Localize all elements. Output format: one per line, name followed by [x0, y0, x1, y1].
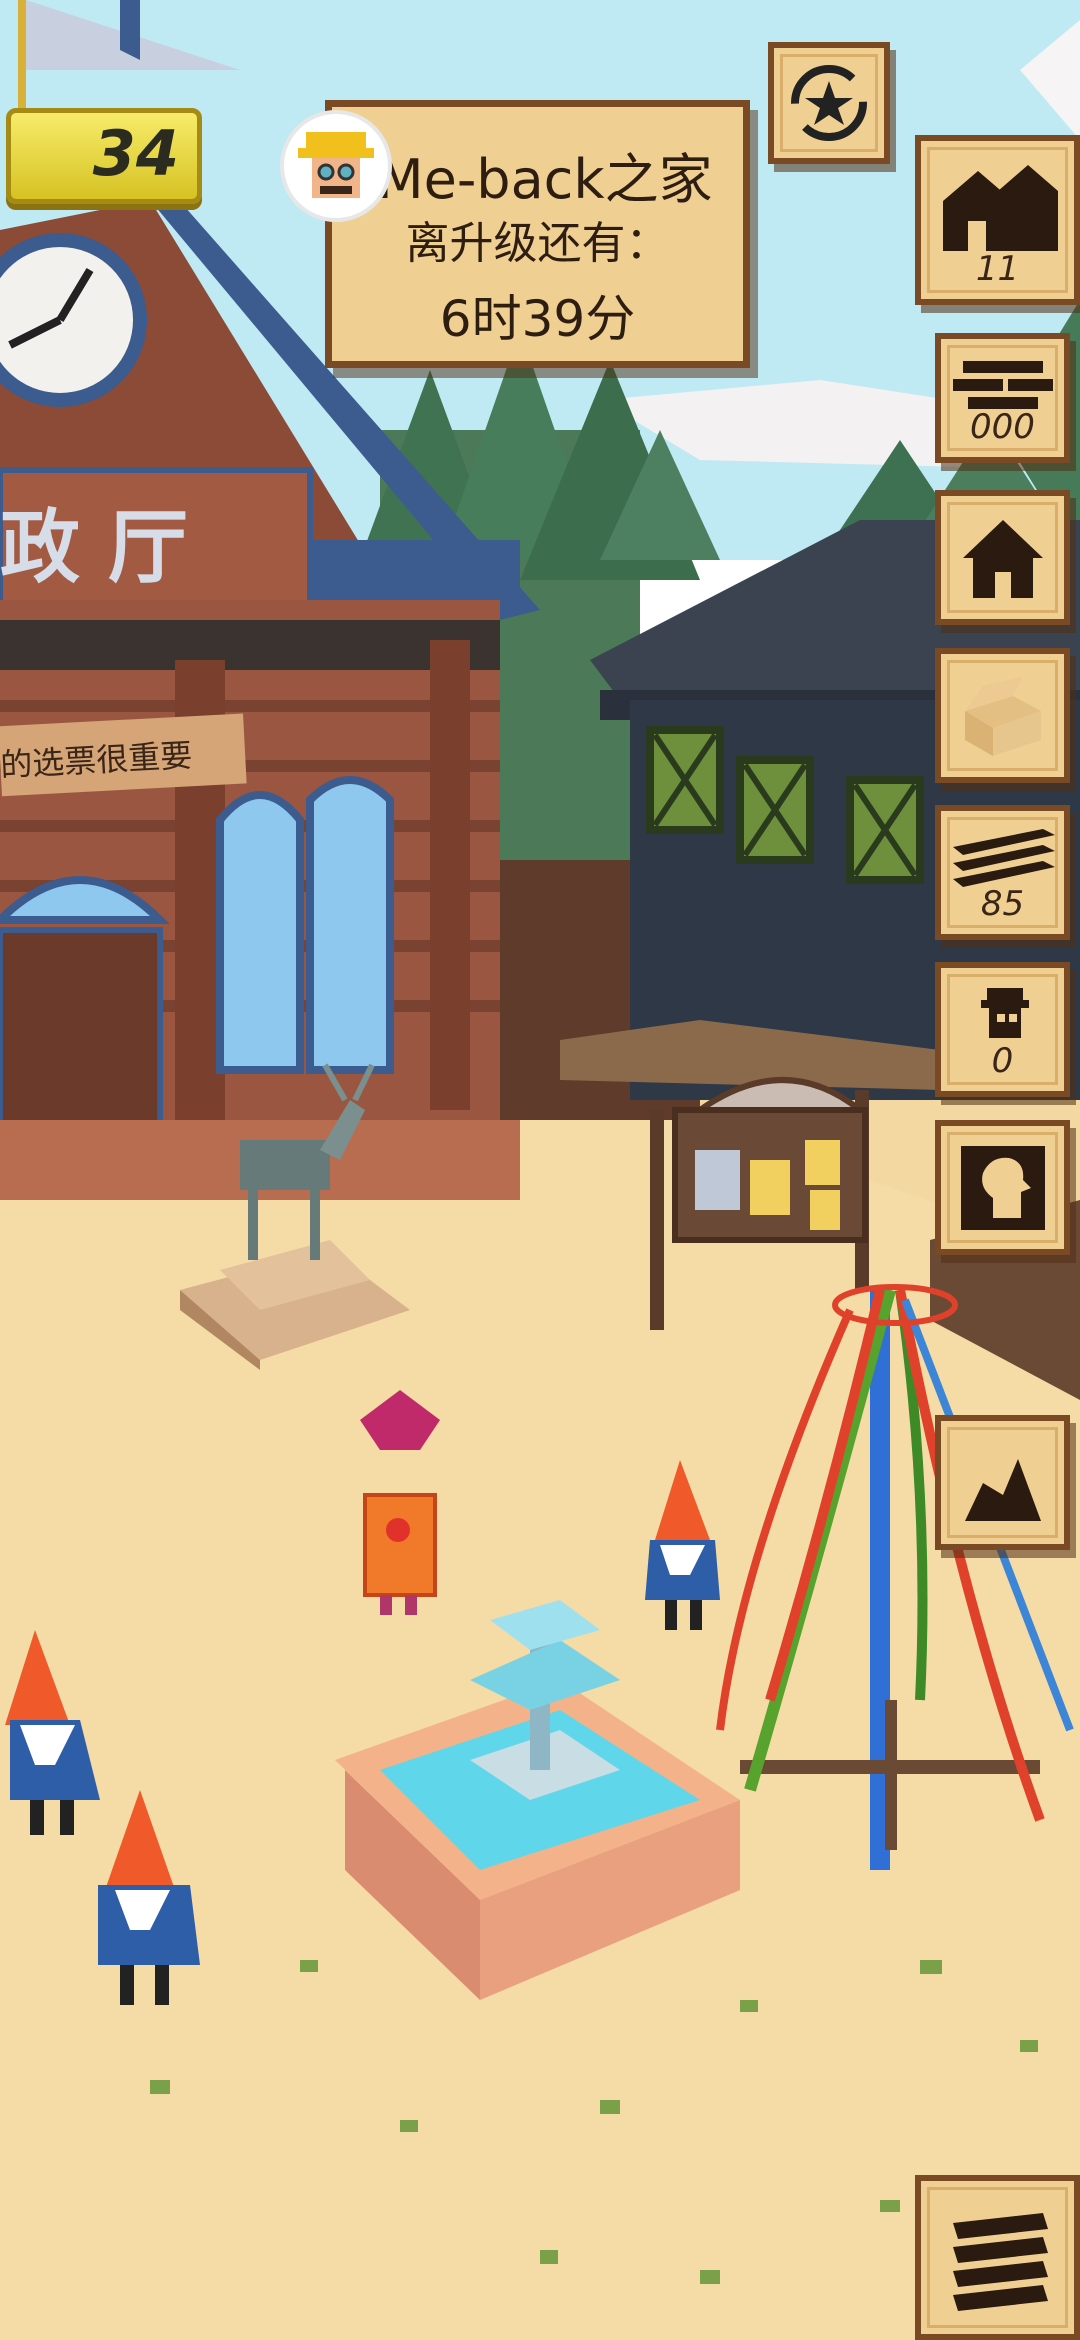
- side-item-villager[interactable]: 0: [935, 962, 1070, 1097]
- upgrade-timer: 6时39分: [439, 290, 636, 348]
- side-item-planks[interactable]: 85: [935, 805, 1070, 940]
- side-item-portrait[interactable]: [935, 1120, 1070, 1255]
- house-icon: [963, 520, 1043, 598]
- avatar-portrait-icon: [286, 116, 386, 216]
- star-refresh-icon: [791, 65, 867, 141]
- villager-count: 0: [991, 1041, 1014, 1081]
- town-info-panel[interactable]: Me-back之家 离升级还有： 6时39分: [325, 100, 750, 368]
- side-item-map[interactable]: [935, 1415, 1070, 1550]
- player-avatar[interactable]: [280, 110, 392, 222]
- box-icon: [965, 676, 1041, 756]
- side-item-bricks[interactable]: 000: [935, 333, 1070, 463]
- houses-count: 11: [975, 249, 1020, 289]
- side-item-box[interactable]: [935, 648, 1070, 783]
- upgrade-label: 离升级还有：: [405, 218, 670, 269]
- menu-stack-button[interactable]: [915, 2175, 1080, 2340]
- card-stack-icon: [953, 2213, 1048, 2311]
- town-name: Me-back之家: [377, 148, 713, 211]
- bricks-count: 000: [970, 407, 1035, 447]
- town-hall-sign: 政 厅: [0, 501, 188, 594]
- player-level-value: 34: [92, 117, 179, 190]
- planks-count: 85: [980, 884, 1025, 924]
- clock-face: [0, 233, 147, 407]
- character-shaman[interactable]: [360, 1390, 440, 1615]
- portrait-icon: [961, 1146, 1045, 1230]
- side-item-houses[interactable]: 11: [915, 135, 1080, 305]
- side-item-house[interactable]: [935, 490, 1070, 625]
- houses-icon: [943, 165, 1058, 251]
- star-swap-button[interactable]: [768, 42, 890, 164]
- player-level-badge[interactable]: 34: [6, 108, 202, 204]
- map-icon: [965, 1445, 1041, 1521]
